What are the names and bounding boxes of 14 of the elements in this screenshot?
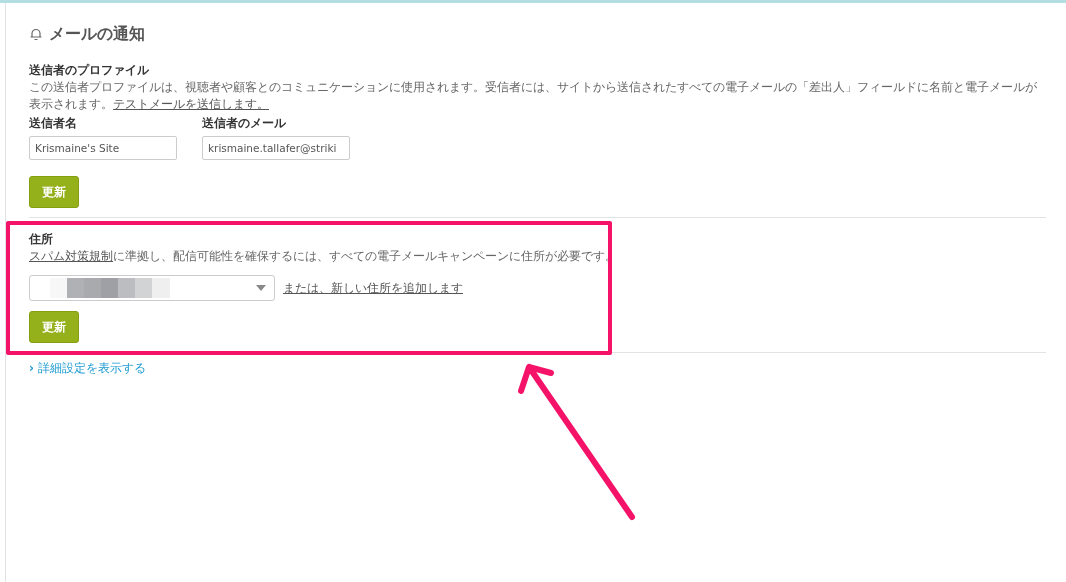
input-field[interactable]: Krismaine's Site [29,136,177,160]
test-email-link[interactable]: テストメールを送信します。 [113,97,269,111]
anti-spam-link[interactable]: スパム対策規制 [29,249,113,263]
input-field[interactable]: krismaine.tallafer@striki [202,136,350,160]
add-address-link[interactable]: または、新しい住所を追加します [283,279,463,297]
section-heading: 住所 [29,231,54,248]
bell-icon [29,27,43,41]
description-text: この送信者プロファイルは、視聴者や顧客とのコミュニケーションに使用されます。受信者には、サイトから送信されたすべての電子メールの「差出人」フィールドに名前と電子メールが表示されます。テストメールを送信します。 [29,79,1038,113]
page-title: メールの通知 [49,23,145,45]
section-heading: 送信者のプロファイル [29,62,150,79]
field-label: 送信者名 [29,115,78,132]
address-dropdown[interactable] [29,275,275,301]
caret-icon [256,285,266,291]
field-label: 送信者のメール [202,115,287,132]
